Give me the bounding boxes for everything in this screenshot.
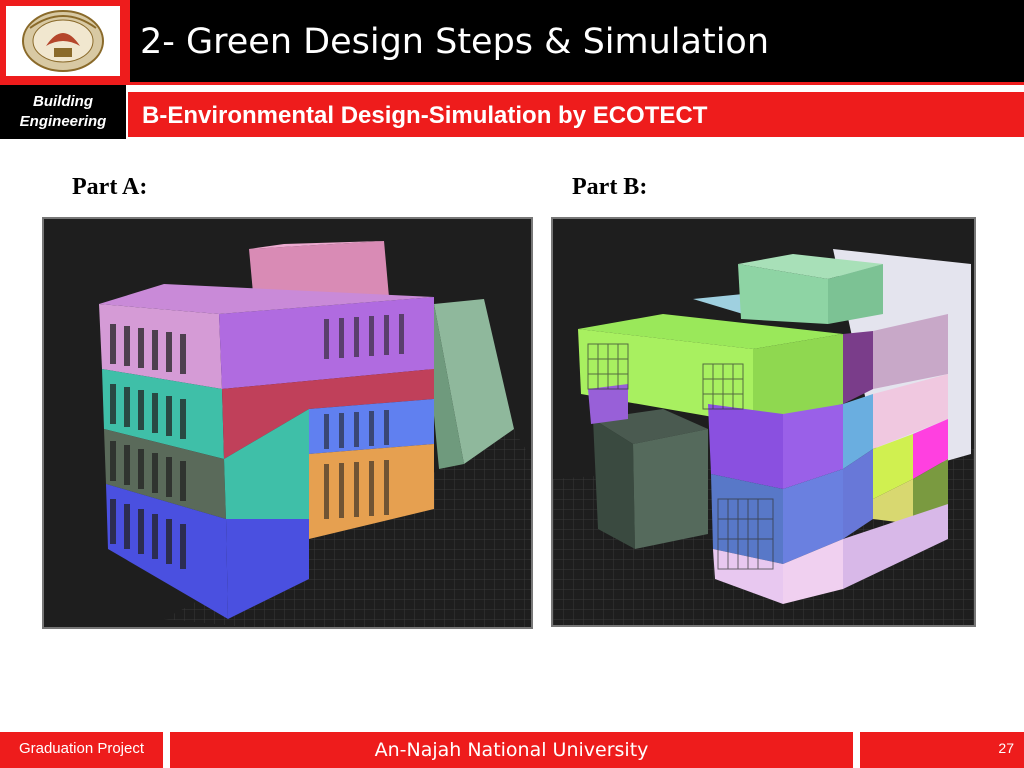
department-line1: Building: [33, 93, 93, 110]
page-number: 27: [998, 740, 1014, 756]
footer-university-name: An-Najah National University: [170, 732, 853, 768]
part-a-label: Part A:: [72, 174, 148, 200]
part-b-simulation-image: [551, 217, 976, 627]
part-a-simulation-image: [42, 217, 533, 629]
subtitle-bar: B-Environmental Design-Simulation by ECO…: [128, 92, 1024, 137]
header-divider: [0, 82, 1024, 85]
page-title: 2- Green Design Steps & Simulation: [140, 22, 770, 62]
part-b-label: Part B:: [572, 174, 648, 200]
department-label: Building Engineering: [0, 85, 126, 139]
department-line2: Engineering: [19, 113, 107, 130]
university-seal-logo-icon: [6, 6, 120, 76]
footer-page-area: 27: [860, 732, 1024, 768]
footer-graduation-project: Graduation Project: [0, 732, 163, 768]
section-subtitle: B-Environmental Design-Simulation by ECO…: [142, 102, 708, 129]
logo-container: [0, 0, 130, 82]
